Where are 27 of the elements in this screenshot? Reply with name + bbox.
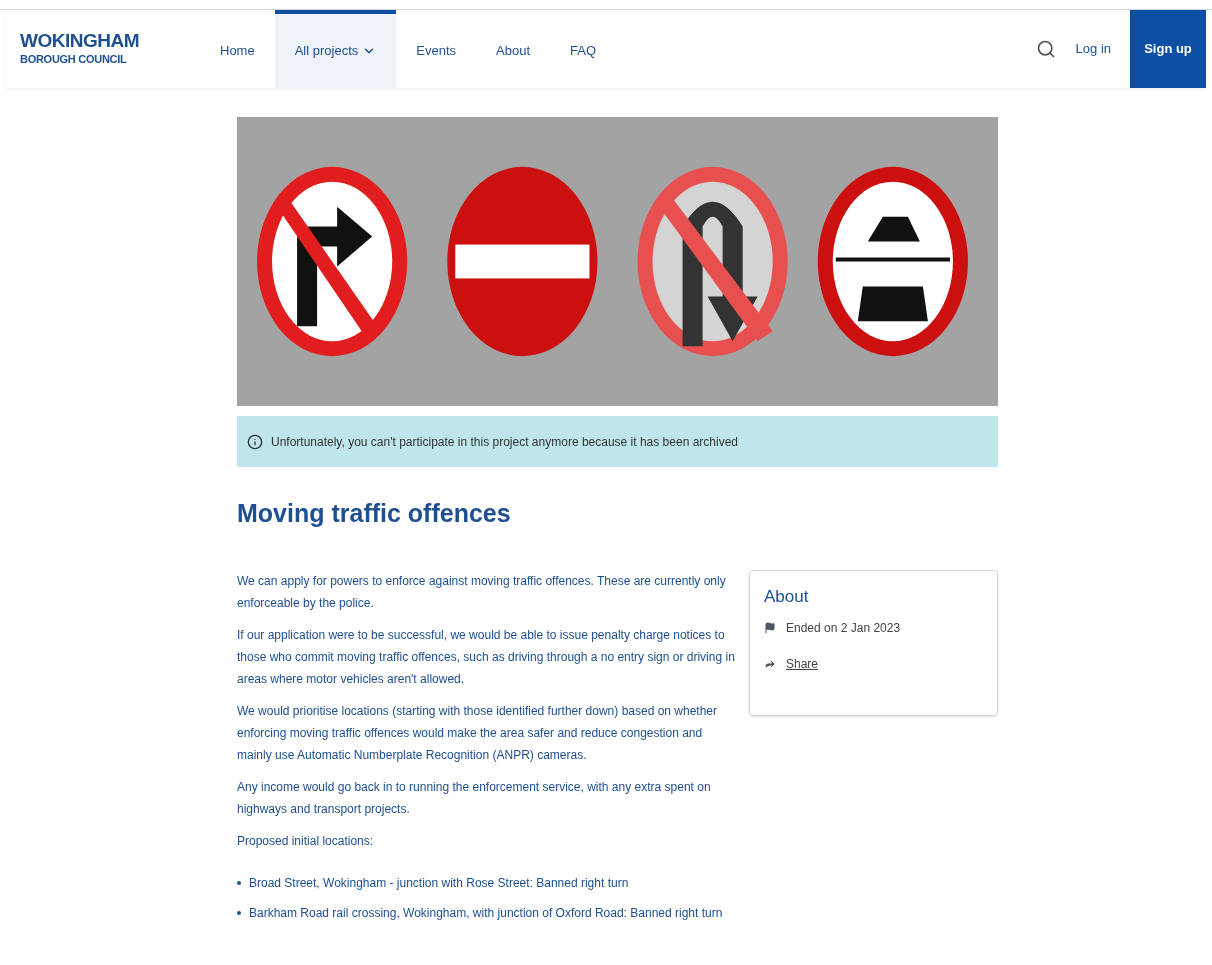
body-paragraph: If our application were to be successful, we would be able to issue penalty charge notices to those who commit moving traffic offences, such as driving through a no entry sign or driving in areas where motor vehicles aren't allowed. (237, 627, 735, 688)
body-paragraph: We would prioritise locations (starting with those identified further down) based on whether enforcing moving traffic offences would make the area safer and reduce congestion and mainly use Automatic Numberplate Recognition (ANPR) cameras. (237, 703, 719, 764)
body-paragraph: Proposed initial locations: (237, 833, 375, 850)
nav-tab[interactable]: FAQ (550, 10, 616, 88)
bullet-icon (237, 911, 241, 915)
project-title: Moving traffic offences (237, 498, 512, 529)
location-item: Broad Street, Wokingham - junction with Rose Street: Banned right turn (249, 875, 629, 892)
nav-tab[interactable]: Events (396, 10, 476, 88)
body-paragraph: Any income would go back in to running the enforcement service, with any extra spent on highways and transport projects. (237, 779, 712, 818)
signup-button[interactable]: Sign up (1130, 10, 1206, 88)
ended-date: Ended on 2 Jan 2023 (786, 620, 901, 637)
share-link[interactable]: Share (786, 655, 819, 673)
logo-title[interactable]: WOKINGHAM (20, 31, 200, 51)
notice-text: Unfortunately, you can't participate in this project anymore because it has been archived (271, 433, 738, 451)
location-item: Barkham Road rail crossing, Wokingham, with junction of Oxford Road: Banned right turn (249, 905, 723, 922)
share-icon (764, 658, 776, 670)
nav-tab[interactable]: All projects (274, 10, 397, 88)
body-paragraph: We can apply for powers to enforce against moving traffic offences. These are currently only enforceable by the police. (237, 573, 727, 612)
about-title: About (764, 586, 810, 608)
info-icon (247, 433, 263, 450)
nav-tab[interactable]: About (476, 10, 550, 88)
login-link[interactable]: Log in (1075, 39, 1111, 59)
bullet-icon (237, 881, 241, 885)
logo-subtitle[interactable]: BOROUGH COUNCIL (20, 51, 200, 67)
flag-icon (764, 622, 776, 634)
nav-tab[interactable]: Home (200, 10, 275, 88)
search-icon[interactable] (1035, 39, 1056, 59)
